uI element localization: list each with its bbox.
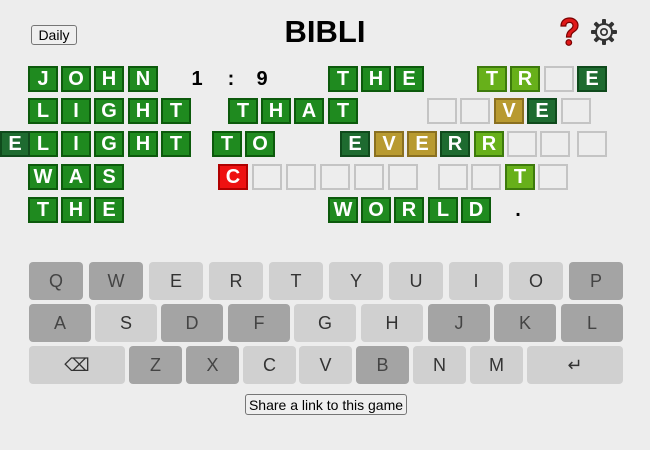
- empty-letter-tile: [286, 164, 316, 190]
- letter-tile: G: [94, 131, 124, 157]
- letter-tile: V: [374, 131, 404, 157]
- empty-letter-tile: [252, 164, 282, 190]
- letter-tile: T: [228, 98, 258, 124]
- letter-tile: H: [261, 98, 291, 124]
- game-title: BIBLI: [284, 14, 366, 49]
- letter-tile: T: [28, 197, 58, 223]
- key-b[interactable]: B: [356, 346, 409, 384]
- verse-punctuation: :: [227, 67, 235, 90]
- letter-tile: R: [394, 197, 424, 223]
- empty-letter-tile: [427, 98, 457, 124]
- question-mark-icon[interactable]: [557, 17, 581, 47]
- letter-tile: T: [505, 164, 535, 190]
- letter-tile: E: [0, 131, 30, 157]
- letter-tile: R: [510, 66, 540, 92]
- key-y[interactable]: Y: [329, 262, 383, 300]
- key-g[interactable]: G: [294, 304, 356, 342]
- letter-tile: J: [28, 66, 58, 92]
- gear-icon[interactable]: [590, 18, 618, 46]
- verse-punctuation: 9: [256, 67, 268, 90]
- letter-tile: T: [161, 98, 191, 124]
- key-u[interactable]: U: [389, 262, 443, 300]
- letter-tile: H: [128, 131, 158, 157]
- empty-letter-tile: [507, 131, 537, 157]
- key-m[interactable]: M: [470, 346, 523, 384]
- letter-tile: A: [61, 164, 91, 190]
- letter-tile: T: [161, 131, 191, 157]
- empty-letter-tile: [460, 98, 490, 124]
- empty-letter-tile: [561, 98, 591, 124]
- letter-tile: E: [577, 66, 607, 92]
- letter-tile: O: [61, 66, 91, 92]
- key-h[interactable]: H: [361, 304, 423, 342]
- key-k[interactable]: K: [494, 304, 556, 342]
- letter-tile: L: [28, 98, 58, 124]
- key-a[interactable]: A: [29, 304, 91, 342]
- key-t[interactable]: T: [269, 262, 323, 300]
- letter-tile: T: [328, 98, 358, 124]
- empty-letter-tile: [540, 131, 570, 157]
- key-j[interactable]: J: [428, 304, 490, 342]
- key-z[interactable]: Z: [129, 346, 182, 384]
- key-p[interactable]: P: [569, 262, 623, 300]
- letter-tile: E: [340, 131, 370, 157]
- letter-tile: R: [440, 131, 470, 157]
- letter-tile: S: [94, 164, 124, 190]
- letter-tile: L: [428, 197, 458, 223]
- letter-tile: L: [28, 131, 58, 157]
- header: Daily BIBLI: [0, 0, 650, 62]
- share-link-button[interactable]: Share a link to this game: [245, 394, 407, 415]
- empty-letter-tile: [438, 164, 468, 190]
- key-r[interactable]: R: [209, 262, 263, 300]
- letter-tile: O: [361, 197, 391, 223]
- letter-tile: C: [218, 164, 248, 190]
- empty-letter-tile: [354, 164, 384, 190]
- letter-tile: W: [28, 164, 58, 190]
- key-c[interactable]: C: [243, 346, 296, 384]
- key-o[interactable]: O: [509, 262, 563, 300]
- empty-letter-tile: [471, 164, 501, 190]
- empty-letter-tile: [577, 131, 607, 157]
- letter-tile: H: [128, 98, 158, 124]
- key-i[interactable]: I: [449, 262, 503, 300]
- key-l[interactable]: L: [561, 304, 623, 342]
- key-v[interactable]: V: [299, 346, 352, 384]
- letter-tile: N: [128, 66, 158, 92]
- letter-tile: D: [461, 197, 491, 223]
- key-e[interactable]: E: [149, 262, 203, 300]
- empty-letter-tile: [388, 164, 418, 190]
- letter-tile: I: [61, 131, 91, 157]
- verse-punctuation: .: [515, 198, 521, 221]
- key-x[interactable]: X: [186, 346, 239, 384]
- key-q[interactable]: Q: [29, 262, 83, 300]
- letter-tile: E: [94, 197, 124, 223]
- letter-tile: W: [328, 197, 358, 223]
- letter-tile: O: [245, 131, 275, 157]
- letter-tile: V: [494, 98, 524, 124]
- enter-key[interactable]: ↵: [527, 346, 623, 384]
- key-d[interactable]: D: [161, 304, 223, 342]
- letter-tile: T: [328, 66, 358, 92]
- backspace-key[interactable]: ⌫: [29, 346, 125, 384]
- letter-tile: H: [61, 197, 91, 223]
- empty-letter-tile: [544, 66, 574, 92]
- letter-tile: A: [294, 98, 324, 124]
- verse-punctuation: 1: [191, 67, 203, 90]
- key-s[interactable]: S: [95, 304, 157, 342]
- letter-tile: I: [61, 98, 91, 124]
- letter-tile: R: [474, 131, 504, 157]
- key-f[interactable]: F: [228, 304, 290, 342]
- letter-tile: T: [212, 131, 242, 157]
- key-n[interactable]: N: [413, 346, 466, 384]
- letter-tile: E: [394, 66, 424, 92]
- letter-tile: G: [94, 98, 124, 124]
- empty-letter-tile: [538, 164, 568, 190]
- letter-tile: H: [94, 66, 124, 92]
- letter-tile: T: [477, 66, 507, 92]
- letter-tile: H: [361, 66, 391, 92]
- empty-letter-tile: [320, 164, 350, 190]
- key-w[interactable]: W: [89, 262, 143, 300]
- letter-tile: E: [527, 98, 557, 124]
- letter-tile: E: [407, 131, 437, 157]
